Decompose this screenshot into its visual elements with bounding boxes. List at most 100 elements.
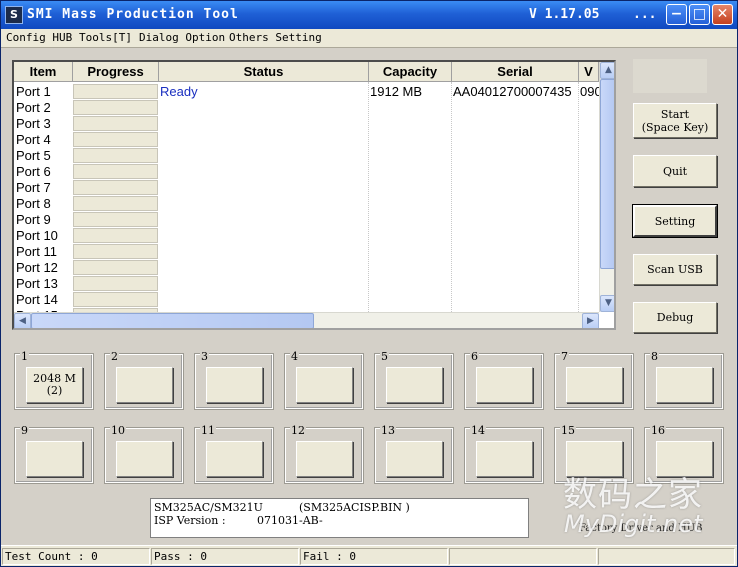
menu-others-setting[interactable]: Others Setting [229, 31, 322, 44]
port-panel: 8 [644, 351, 724, 410]
port-panel-button[interactable] [296, 367, 353, 403]
title-bar[interactable]: S SMI Mass Production Tool V 1.17.05 ...… [1, 1, 737, 29]
port-panel-number: 9 [20, 424, 29, 437]
menu-config-hub[interactable]: Config HUB [6, 31, 72, 44]
progress-bar [73, 100, 158, 115]
progress-bar [73, 84, 158, 99]
port-panel-button[interactable] [386, 441, 443, 477]
scan-usb-button[interactable]: Scan USB [633, 254, 717, 285]
col-header-progress[interactable]: Progress [73, 62, 159, 82]
port-panel-button[interactable] [116, 367, 173, 403]
port-panel-number: 15 [560, 424, 576, 437]
port-panel-number: 13 [380, 424, 396, 437]
pass-status: Pass : 0 [151, 548, 299, 565]
port-panel: 6 [464, 351, 544, 410]
menu-tools[interactable]: Tools[T] [79, 31, 132, 44]
isp-file: (SM325ACISP.BIN ) [299, 501, 410, 514]
controller-name: SM325AC/SM321U [154, 501, 263, 514]
port-panel-button[interactable]: 2048 M (2) [26, 367, 83, 403]
port-panel-button[interactable] [386, 367, 443, 403]
port-panel: 5 [374, 351, 454, 410]
row-label-port[interactable]: Port 9 [16, 212, 51, 228]
debug-button[interactable]: Debug [633, 302, 717, 333]
horizontal-scrollbar[interactable]: ◀ ▶ [14, 312, 599, 328]
progress-bar [73, 292, 158, 307]
port-panel-button[interactable] [476, 367, 533, 403]
port1-capacity: 1912 MB [370, 84, 423, 99]
row-label-port[interactable]: Port 2 [16, 100, 51, 116]
row-label-port[interactable]: Port 12 [16, 260, 58, 276]
port-panel-button[interactable] [296, 441, 353, 477]
port-status-grid[interactable]: Item Progress Status Capacity Serial V P… [12, 60, 616, 330]
watermark-en: MyDigit.net [564, 510, 703, 538]
port1-serial: AA04012700007435 [453, 84, 572, 99]
port-panel-number: 10 [110, 424, 126, 437]
port-panel-button[interactable] [26, 441, 83, 477]
maximize-button[interactable]: □ [689, 4, 710, 25]
row-label-port[interactable]: Port 3 [16, 116, 51, 132]
port-panel-button[interactable] [566, 367, 623, 403]
status-pane-5 [598, 548, 735, 565]
minimize-button[interactable]: − [666, 4, 687, 25]
scroll-left-icon[interactable]: ◀ [14, 313, 31, 328]
port-panel-button[interactable] [116, 441, 173, 477]
row-label-port[interactable]: Port 1 [16, 84, 51, 100]
port-panel-number: 16 [650, 424, 666, 437]
port-panel: 13 [374, 424, 454, 484]
scroll-right-icon[interactable]: ▶ [582, 313, 599, 328]
horizontal-scroll-thumb[interactable] [31, 313, 314, 328]
scroll-down-icon[interactable]: ▼ [600, 295, 614, 312]
vertical-scroll-thumb[interactable] [600, 79, 614, 269]
port-panel-number: 12 [290, 424, 306, 437]
start-button-hint: (Space Key) [641, 120, 709, 134]
window-title: SMI Mass Production Tool [27, 7, 239, 22]
progress-bar [73, 228, 158, 243]
app-icon[interactable]: S [5, 6, 23, 24]
window-version: V 1.17.05 [529, 7, 600, 22]
port1-v: 090 [580, 84, 599, 99]
port1-status: Ready [160, 84, 198, 99]
row-label-port[interactable]: Port 7 [16, 180, 51, 196]
scroll-up-icon[interactable]: ▲ [600, 62, 614, 79]
title-dots: ... [633, 7, 657, 22]
setting-button[interactable]: Setting [632, 204, 718, 238]
row-label-port[interactable]: Port 6 [16, 164, 51, 180]
port-panel-number: 11 [200, 424, 216, 437]
col-header-v[interactable]: V [579, 62, 599, 82]
port-count-label: (2) [46, 384, 63, 397]
col-header-serial[interactable]: Serial [452, 62, 579, 82]
port-panel: 14 [464, 425, 544, 484]
row-label-port[interactable]: Port 4 [16, 132, 51, 148]
row-label-port[interactable]: Port 11 [16, 244, 57, 260]
row-label-port[interactable]: Port 13 [16, 276, 58, 292]
start-button[interactable]: Start (Space Key) [633, 103, 717, 138]
vertical-scrollbar[interactable]: ▲ ▼ [599, 62, 614, 312]
progress-bar [73, 164, 158, 179]
row-label-port[interactable]: Port 8 [16, 196, 51, 212]
controller-info-box: SM325AC/SM321U (SM325ACISP.BIN ) ISP Ver… [150, 498, 529, 538]
row-label-port[interactable]: Port 14 [16, 292, 58, 308]
column-divider [368, 82, 369, 314]
port-panel: 12 [284, 424, 364, 484]
col-header-capacity[interactable]: Capacity [369, 62, 452, 82]
test-count-status: Test Count : 0 [2, 548, 150, 565]
row-label-port[interactable]: Port 5 [16, 148, 51, 164]
column-divider [578, 82, 579, 314]
row-label-port[interactable]: Port 10 [16, 228, 58, 244]
progress-bar [73, 148, 158, 163]
port-panel: 7 [554, 351, 634, 410]
menu-dialog-option[interactable]: Dialog Option [139, 31, 225, 44]
port-panel-number: 3 [200, 350, 209, 363]
progress-bar [73, 180, 158, 195]
close-button[interactable]: ✕ [712, 4, 733, 25]
port-panel-button[interactable] [206, 367, 263, 403]
quit-button[interactable]: Quit [633, 155, 717, 187]
port-panel: 3 [194, 350, 274, 410]
col-header-status[interactable]: Status [159, 62, 369, 82]
port-panel-button[interactable] [206, 441, 263, 477]
port-panel-button[interactable] [656, 367, 713, 403]
port-panel-number: 4 [290, 350, 299, 363]
col-header-item[interactable]: Item [14, 62, 73, 82]
port-panel-button[interactable] [476, 441, 533, 477]
watermark-cn: 数码之家 [563, 475, 703, 515]
